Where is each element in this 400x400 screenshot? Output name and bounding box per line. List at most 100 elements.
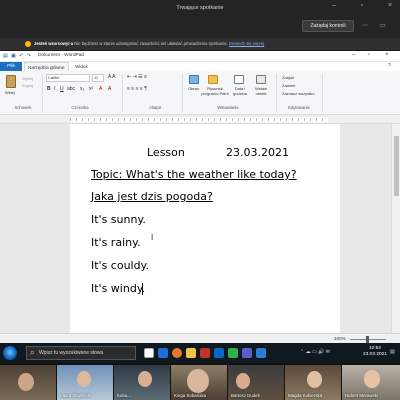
subscript-icon[interactable]: x₂ [80,86,84,92]
tab-view[interactable]: Widok [72,62,91,71]
participant-tile[interactable] [0,365,56,400]
start-icon[interactable] [3,346,17,360]
indent-icon[interactable]: ⇤ ⇥ ☰ ≡ [127,74,147,80]
doc-line-sunny: It's sunny. [91,213,146,226]
superscript-icon[interactable]: x² [89,86,93,92]
window-close-icon[interactable]: × [385,52,389,58]
text-cursor [142,283,143,295]
datetime-button[interactable]: Data i godzina [230,86,250,96]
zoom-slider-knob[interactable] [366,336,369,343]
attendee-notice: Jesteś wzorcowy/-a Nie będziesz w stanie… [0,38,400,50]
participant-name: Kuba... [117,393,131,398]
insert-group-label: Wstawianie [217,105,239,110]
paint-drawing-icon[interactable] [208,75,218,84]
taskbar-search[interactable]: ⌕ Wpisz tu wyszukiwane słowa [26,346,136,360]
document-page[interactable] [70,124,340,333]
taskbar-clock[interactable]: 10:52 23.03.2021 [363,346,387,358]
scrollbar-thumb[interactable] [394,136,399,196]
participant-tile[interactable]: Hubert Morawski [342,365,400,400]
participant-video [364,370,380,388]
search-placeholder: Wpisz tu wyszukiwane słowa [39,350,104,356]
edit-group-label: Edytowanie [288,105,310,110]
underline-icon[interactable]: U [60,86,64,92]
participant-tile[interactable]: Kinga Sobańska [171,365,227,400]
participant-name: Magda Kobierska [288,393,323,398]
minimize-icon[interactable]: – [330,2,338,10]
find-button[interactable]: Znajdź [282,75,294,80]
participant-tile[interactable]: Magda Kobierska [285,365,341,400]
task-view-icon[interactable] [144,348,154,358]
font-size-select[interactable]: 11 [92,74,104,82]
taskbar: ⌕ Wpisz tu wyszukiwane słowa ⌃ ☁ ▭ 🔊 ✉ 1… [0,343,400,363]
paste-button[interactable]: Wklej [5,90,15,95]
vertical-scrollbar[interactable] [391,124,400,333]
participant-tile[interactable]: Kuba... [114,365,170,400]
font-group-label: Czcionka [71,105,89,110]
select-all-button[interactable]: Zaznacz wszystko [282,91,314,96]
group-separator [122,74,123,112]
firefox-icon[interactable] [172,348,182,358]
tray-icons[interactable]: ⌃ ☁ ▭ 🔊 ✉ [300,349,330,355]
quick-access-toolbar-icon[interactable]: ▤ ▣ ↶ ↷ [3,53,32,59]
group-separator [322,74,323,112]
strikethrough-icon[interactable]: abc [67,86,75,92]
group-separator [276,74,277,112]
app-red-icon[interactable] [200,348,210,358]
edge-icon[interactable] [158,348,168,358]
ribbon-tabs: Plik Narzędzia główne Widok ? [0,62,400,71]
help-icon[interactable]: ? [388,63,391,69]
teams-icon[interactable] [242,348,252,358]
more-options-icon[interactable]: ⋯ [362,22,368,29]
word-icon[interactable] [214,348,224,358]
group-separator [182,74,183,112]
chat-icon[interactable]: ▭ [380,22,386,29]
cut-button[interactable]: Wytnij [22,76,33,81]
bold-icon[interactable]: B [47,86,51,92]
highlight-icon[interactable]: A [99,86,102,92]
italic-icon[interactable]: I [54,86,55,92]
close-icon[interactable]: × [386,2,394,10]
doc-question: Jaka jest dzis pogoda? [91,190,213,203]
search-icon: ⌕ [30,348,35,357]
tab-file[interactable]: Plik [0,62,22,71]
doc-line-couldy: It's couldy. [91,259,150,272]
tab-home[interactable]: Narzędzia główne [24,62,69,71]
participant-video [307,371,322,388]
request-control-button[interactable]: Zażądaj kontroli [302,20,354,32]
clock-date: 23.03.2021 [363,352,388,357]
paste-icon[interactable] [6,75,16,88]
font-grow-shrink-icon[interactable]: A A [108,74,116,80]
participant-tile[interactable]: Laura Słowiński [57,365,113,400]
paint-drawing-button[interactable]: Rysunek programu Paint [200,86,230,96]
learn-more-link[interactable]: Dowiedz się więcej [229,41,264,46]
window-maximize-icon[interactable]: ▫ [368,52,370,58]
wordpad-icon[interactable] [256,348,266,358]
font-name-select[interactable]: Calibri [46,74,90,82]
calendar-icon[interactable] [234,75,244,84]
window-minimize-icon[interactable]: – [352,52,355,58]
window-title: Dokument - WordPad [38,53,85,58]
doc-topic: Topic: What's the weather like today? [91,168,297,181]
maximize-icon[interactable]: ▫ [358,2,366,10]
app-green-icon[interactable] [228,348,238,358]
object-icon[interactable] [256,75,266,84]
insert-object-button[interactable]: Wstaw obiekt [251,86,271,96]
participant-name: Bartosz Dudek [231,393,260,398]
participant-name: Laura Słowiński [60,393,91,398]
font-color-icon[interactable]: A [108,86,111,92]
picture-button[interactable]: Obraz [188,86,199,91]
notifications-icon[interactable]: ▤ [390,349,395,355]
file-explorer-icon[interactable] [186,348,196,358]
ruler[interactable] [0,115,400,124]
participant-video [18,373,34,391]
replace-button[interactable]: Zamień [282,83,295,88]
copy-button[interactable]: Kopiuj [22,83,33,88]
paragraph-group-label: Akapit [149,105,161,110]
participant-name: Hubert Morawski [345,393,378,398]
participant-tile[interactable]: Bartosz Dudek [228,365,284,400]
ribbon: Wklej Wytnij Kopiuj Schowek Calibri 11 A… [0,71,400,115]
picture-icon[interactable] [189,75,199,84]
mouse-ibeam-icon: I [151,233,154,242]
align-icon[interactable]: ≡ ≡ ≡ ≡ ¶ [127,86,147,92]
screen: Trwające spotkanie – ▫ × Zażądaj kontrol… [0,0,400,400]
